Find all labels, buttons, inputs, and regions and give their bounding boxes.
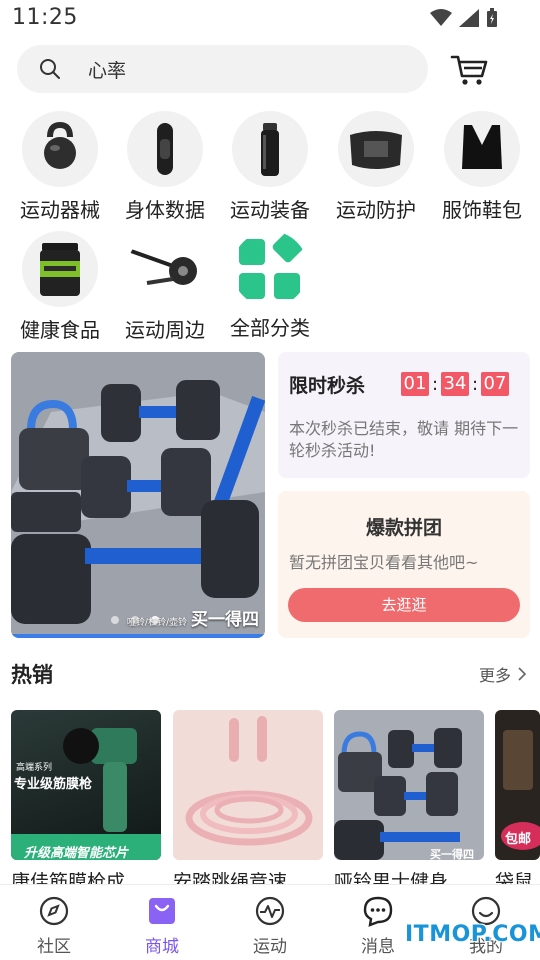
category-sports-gear[interactable]: 运动装备 <box>220 111 320 222</box>
product-card[interactable]: 包邮 袋鼠 <box>495 710 540 885</box>
tab-label: 社区 <box>37 937 71 957</box>
search-input[interactable]: 心率 <box>17 45 428 93</box>
product-image-text: 包邮 <box>505 832 532 847</box>
countdown-minutes: 34 <box>441 372 469 396</box>
product-image-text: 升级高端智能芯片 <box>24 846 129 860</box>
chevron-right-icon <box>518 667 527 681</box>
banner-caption: 哑铃/杠铃/壶铃 买一得四 <box>127 605 259 630</box>
countdown-timer: 01 : 34 : 07 <box>401 372 509 396</box>
category-label: 运动器械 <box>20 198 100 222</box>
category-label: 健康食品 <box>20 318 100 342</box>
flash-sale-card[interactable]: 限时秒杀 01 : 34 : 07 本次秒杀已结束，敬请 期待下一轮秒杀活动! <box>278 352 530 478</box>
browse-button[interactable]: 去逛逛 <box>288 588 520 622</box>
product-image-text: 高端系列 <box>16 763 53 773</box>
dumbbell-illustration <box>11 352 265 638</box>
ab-roller-icon <box>127 231 203 307</box>
bottle-icon <box>232 111 308 187</box>
search-icon <box>40 59 60 79</box>
countdown-separator: : <box>431 373 439 395</box>
promo-banner[interactable]: 哑铃/杠铃/壶铃 买一得四 <box>11 352 265 638</box>
product-image-text: 专业级筋膜枪 <box>14 777 93 792</box>
category-label: 全部分类 <box>230 316 310 340</box>
countdown-seconds: 07 <box>481 372 509 396</box>
tab-mall[interactable]: 商城 <box>108 885 216 960</box>
flash-sale-title: 限时秒杀 <box>289 375 366 397</box>
category-apparel[interactable]: 服饰鞋包 <box>432 111 532 222</box>
tab-community[interactable]: 社区 <box>0 885 108 960</box>
category-label: 运动防护 <box>336 198 416 222</box>
sports-bra-icon <box>444 111 520 187</box>
search-query: 心率 <box>88 60 127 82</box>
fitness-band-icon <box>127 111 203 187</box>
status-bar: 11:25 <box>0 0 540 38</box>
category-label: 服饰鞋包 <box>442 198 522 222</box>
flash-sale-message: 本次秒杀已结束，敬请 期待下一轮秒杀活动! <box>289 419 519 460</box>
product-image: 包邮 <box>495 710 540 860</box>
banner-sub-caption: 哑铃/杠铃/壶铃 <box>126 618 187 628</box>
battery-icon <box>487 8 497 27</box>
cart-icon[interactable] <box>449 49 489 89</box>
group-buy-card: 爆款拼团 暂无拼团宝贝看看其他吧~ 去逛逛 <box>278 491 530 638</box>
protein-tub-icon <box>22 231 98 307</box>
countdown-separator: : <box>471 373 479 395</box>
tab-label: 商城 <box>145 937 179 957</box>
pulse-icon <box>255 896 285 926</box>
status-time: 11:25 <box>12 5 78 30</box>
waist-support-icon <box>338 111 414 187</box>
more-link[interactable]: 更多 <box>479 662 527 686</box>
category-sports-protection[interactable]: 运动防护 <box>326 111 426 222</box>
carousel-dot[interactable] <box>111 616 119 624</box>
product-image: 买一得四 <box>334 710 484 860</box>
signal-icon <box>459 9 479 27</box>
category-label: 运动装备 <box>230 198 310 222</box>
category-label: 运动周边 <box>125 318 205 342</box>
kettlebell-icon <box>22 111 98 187</box>
product-name: 哑铃男士健身 <box>334 871 449 885</box>
all-categories-icon <box>232 231 308 307</box>
category-fitness-equipment[interactable]: 运动器械 <box>10 111 110 222</box>
tab-label: 运动 <box>253 937 287 957</box>
product-image-text: 买一得四 <box>430 848 474 860</box>
status-icons <box>430 8 498 28</box>
product-name: 袋鼠 <box>495 871 534 885</box>
chat-bubble-icon <box>363 896 393 927</box>
tab-sports[interactable]: 运动 <box>216 885 324 960</box>
product-image <box>173 710 323 860</box>
group-buy-message: 暂无拼团宝贝看看其他吧~ <box>289 553 479 572</box>
wifi-icon <box>430 9 452 26</box>
hot-sale-title: 热销 <box>11 663 53 687</box>
banner-progress <box>11 634 265 638</box>
product-card[interactable]: 买一得四 哑铃男士健身 <box>334 710 484 885</box>
product-name: 康佳筋膜枪成 <box>11 871 126 885</box>
group-buy-title: 爆款拼团 <box>365 517 442 539</box>
product-name: 安踏跳绳竞速 <box>173 871 288 885</box>
more-label: 更多 <box>478 666 511 685</box>
countdown-hours: 01 <box>401 372 429 396</box>
shop-bag-icon <box>149 898 175 924</box>
product-image: 高端系列 专业级筋膜枪 升级高端智能芯片 <box>11 710 161 860</box>
compass-icon <box>39 896 69 926</box>
category-label: 身体数据 <box>125 198 205 222</box>
product-card[interactable]: 高端系列 专业级筋膜枪 升级高端智能芯片 康佳筋膜枪成 <box>11 710 161 885</box>
banner-caption-text: 买一得四 <box>191 610 259 630</box>
watermark: ITMOP.COM <box>405 922 540 947</box>
category-body-data[interactable]: 身体数据 <box>115 111 215 222</box>
category-all[interactable]: 全部分类 <box>220 231 320 341</box>
category-sports-accessories[interactable]: 运动周边 <box>115 231 215 342</box>
product-card[interactable]: 安踏跳绳竞速 <box>173 710 323 885</box>
category-health-food[interactable]: 健康食品 <box>10 231 110 342</box>
